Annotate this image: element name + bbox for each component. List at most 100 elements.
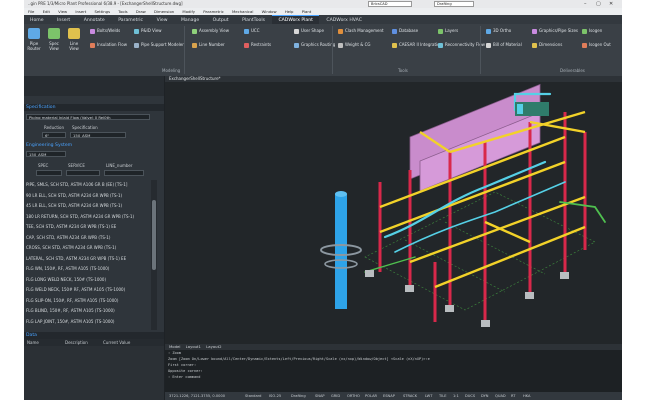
pipe-router-button[interactable]: Pipe Router [26,28,42,51]
menu-modify[interactable]: Modify [182,9,195,14]
menu-help[interactable]: Help [285,9,294,14]
graphics-routing-button[interactable]: Graphics Routing [294,42,335,48]
status-quad[interactable]: QUAD [495,392,506,400]
layers-icon [438,28,443,34]
list-item[interactable]: FLG LAP JOINT, 150#, ASTM A105 (TS-1000) [24,317,150,328]
col-name: Name [27,340,39,345]
spec-file-field[interactable]: Piping material Inlaid Flow (Valve) 0 Re… [26,114,150,120]
scrollbar-thumb[interactable] [152,200,156,270]
status-lwt[interactable]: LWT [425,392,432,400]
isogen-button[interactable]: Isogen [582,28,602,34]
status-tile[interactable]: TILE [439,392,447,400]
tab-layout1[interactable]: Layout1 [186,344,201,349]
list-item[interactable]: TEE, SCH STD, ASTM A234 GR WPB (TS-1) EE [24,222,150,233]
menu-file[interactable]: File [28,9,34,14]
status-ortho[interactable]: ORTHO [347,392,360,400]
status-snap[interactable]: SNAP [315,392,325,400]
minimize-icon[interactable]: – [584,0,587,8]
list-item[interactable]: 90 LR ELL, SCH STD, ASTM A234 GR WPB (TS… [24,191,150,202]
col-service: SERVICE [68,163,85,168]
list-scrollbar[interactable] [151,180,157,330]
spec-filter-field[interactable] [36,170,62,176]
command-input[interactable]: : Enter command [168,374,622,380]
status-dyn[interactable]: DYN [481,392,488,400]
weight-cg-button[interactable]: Weight & CG [338,42,371,48]
ucc-button[interactable]: UCC [244,28,260,34]
menu-window[interactable]: Window [262,9,277,14]
size-select[interactable]: 6" [42,132,66,138]
close-icon[interactable]: ✕ [609,0,613,8]
model-viewport[interactable]: ExchangerShellStructure* [165,76,622,344]
status-strack[interactable]: STRACK [403,392,417,400]
layers-button[interactable]: Layers [438,28,458,34]
list-item[interactable]: 180 LR RETURN, SCH STD, ASTM A234 GR WPB… [24,212,150,223]
pipe-support-modeler-button[interactable]: Pipe Support Modeler [134,42,184,48]
status-esnap[interactable]: ESNAP [383,392,395,400]
menu-tools[interactable]: Tools [118,9,127,14]
list-item[interactable]: 45 LR ELL, SCH STD, ASTM A234 GR WPB (TS… [24,201,150,212]
workspace-combo[interactable]: Drafting [434,1,474,7]
menu-mechanical[interactable]: Mechanical [232,9,253,14]
list-item[interactable]: LATERAL, SCH STD, ASTM A234 GR WPB (TS-1… [24,254,150,265]
pid-view-button[interactable]: P&ID View [134,28,162,34]
service-filter-field[interactable] [66,170,100,176]
restraints-button[interactable]: Restraints [244,42,271,48]
reconnectivity-flow-button[interactable]: Reconnectivity Flow [438,42,485,48]
tab-layout2[interactable]: Layout2 [206,344,221,349]
user-shape-button[interactable]: User Shape [294,28,324,34]
status-ducs[interactable]: DUCS [465,392,475,400]
status-grid[interactable]: GRID [331,392,340,400]
isogen-out-button[interactable]: Isogen Out [582,42,611,48]
system-select[interactable]: 150_ASM [26,151,66,157]
line-number-filter-field[interactable] [104,170,144,176]
database-button[interactable]: Database [392,28,418,34]
tab-model[interactable]: Model [169,344,180,349]
insulation-flow-button[interactable]: Insulation Flow [90,42,127,48]
status-rt[interactable]: RT [511,392,515,400]
menu-bar: File Edit View Insert Settings Tools Dra… [24,8,622,15]
3d-ortho-button[interactable]: 3D Ortho [486,28,511,34]
bill-of-material-button[interactable]: Bill of Material [486,42,522,48]
status-iso[interactable]: ISO-25 [269,392,281,400]
graphics-pipe-sizes-button[interactable]: Graphics/Pipe Sizes [532,28,578,34]
ground-grid [364,191,596,311]
command-window[interactable]: : Zoom Zoom [Zoom On/Lower bound/All/Cen… [165,350,622,392]
col-spec: SPEC [38,163,49,168]
line-number-button[interactable]: Line Number [192,42,225,48]
reconnectivity-flow-icon [438,42,443,48]
clash-management-button[interactable]: Clash Management [338,28,384,34]
bolts-welds-button[interactable]: Bolts/Welds [90,28,120,34]
spec-view-button[interactable]: Spec View [46,28,62,51]
status-hka[interactable]: HKA [523,392,530,400]
caesar-integration-button[interactable]: CAESAR II Integration [392,42,442,48]
status-drafting[interactable]: Drafting [291,392,306,400]
menu-edit[interactable]: Edit [43,9,50,14]
list-item[interactable]: PIPE, SMLS, SCH STD, ASTM A106 GR B (EE)… [24,180,150,191]
dimensions-button[interactable]: Dimensions [532,42,562,48]
maximize-icon[interactable]: ▢ [596,0,601,8]
list-item[interactable]: CAP, SCH STD, ASTM A234 GR WPB (TS-1) [24,233,150,244]
status-standard[interactable]: Standard [245,392,261,400]
list-item[interactable]: CROSS, SCH STD, ASTM A234 GR WPB (TS-1) [24,243,150,254]
menu-draw[interactable]: Draw [136,9,146,14]
list-item[interactable]: FLG WN, 150#, RF, ASTM A105 (TS-1000) [24,264,150,275]
layer-combo[interactable]: BricsCAD [368,1,412,7]
menu-plant[interactable]: Plant [302,9,312,14]
list-item[interactable]: FLG LONG WELD NECK, 150# (TS-1000) [24,275,150,286]
status-scale[interactable]: 1:1 [453,392,459,400]
list-item[interactable]: FLG SLIP-ON, 150#, RF, ASTM A105 (TS-100… [24,296,150,307]
plant-3d-model [320,83,606,327]
menu-settings[interactable]: Settings [95,9,111,14]
menu-parametric[interactable]: Parametric [203,9,224,14]
list-item[interactable]: FLG WELD NECK, 150# RF, ASTM A105 (TS-10… [24,285,150,296]
menu-view[interactable]: View [58,9,67,14]
vertical-vessel [320,191,362,309]
col-line-number: LINE_number [106,163,133,168]
menu-dimension[interactable]: Dimension [154,9,174,14]
status-polar[interactable]: POLAR [365,392,377,400]
menu-insert[interactable]: Insert [75,9,86,14]
assembly-view-button[interactable]: Assembly View [192,28,229,34]
spec-select[interactable]: 150_ASM [70,132,126,138]
list-item[interactable]: FLG BLIND, 150#, RF, ASTM A105 (TS-1000) [24,306,150,317]
line-view-button[interactable]: Line View [66,28,82,51]
